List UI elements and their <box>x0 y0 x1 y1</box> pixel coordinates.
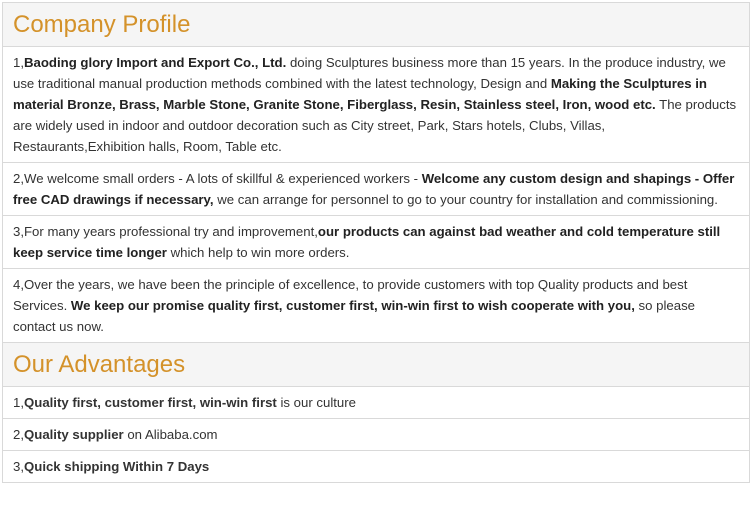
advantage-item-3: 3,Quick shipping Within 7 Days <box>3 451 749 482</box>
text-segment: which help to win more orders. <box>166 245 350 260</box>
text-segment: 2, <box>13 427 24 442</box>
text-segment: 2,We welcome small orders - A lots of sk… <box>13 171 422 186</box>
profile-paragraph-4: 4,Over the years, we have been the princ… <box>3 269 749 343</box>
bold-segment: Quality supplier <box>24 427 124 442</box>
our-advantages-heading: Our Advantages <box>3 343 749 387</box>
bold-segment: Baoding glory Import and Export Co., Ltd… <box>24 55 287 70</box>
advantage-item-1: 1,Quality first, customer first, win-win… <box>3 387 749 419</box>
profile-table: Company Profile 1,Baoding glory Import a… <box>2 2 750 483</box>
bold-segment: Quick shipping Within 7 Days <box>24 459 210 474</box>
text-segment: is our culture <box>276 395 356 410</box>
company-profile-heading: Company Profile <box>3 3 749 47</box>
text-segment: 1, <box>13 395 24 410</box>
text-segment: 1, <box>13 55 24 70</box>
profile-paragraph-2: 2,We welcome small orders - A lots of sk… <box>3 163 749 216</box>
text-segment: on Alibaba.com <box>123 427 218 442</box>
bold-segment: We keep our promise quality first, custo… <box>70 298 635 313</box>
profile-paragraph-3: 3,For many years professional try and im… <box>3 216 749 269</box>
profile-paragraph-1: 1,Baoding glory Import and Export Co., L… <box>3 47 749 163</box>
text-segment: 3,For many years professional try and im… <box>13 224 318 239</box>
text-segment: 3, <box>13 459 24 474</box>
advantage-item-2: 2,Quality supplier on Alibaba.com <box>3 419 749 451</box>
bold-segment: Quality first, customer first, win-win f… <box>24 395 277 410</box>
text-segment: we can arrange for personnel to go to yo… <box>213 192 718 207</box>
